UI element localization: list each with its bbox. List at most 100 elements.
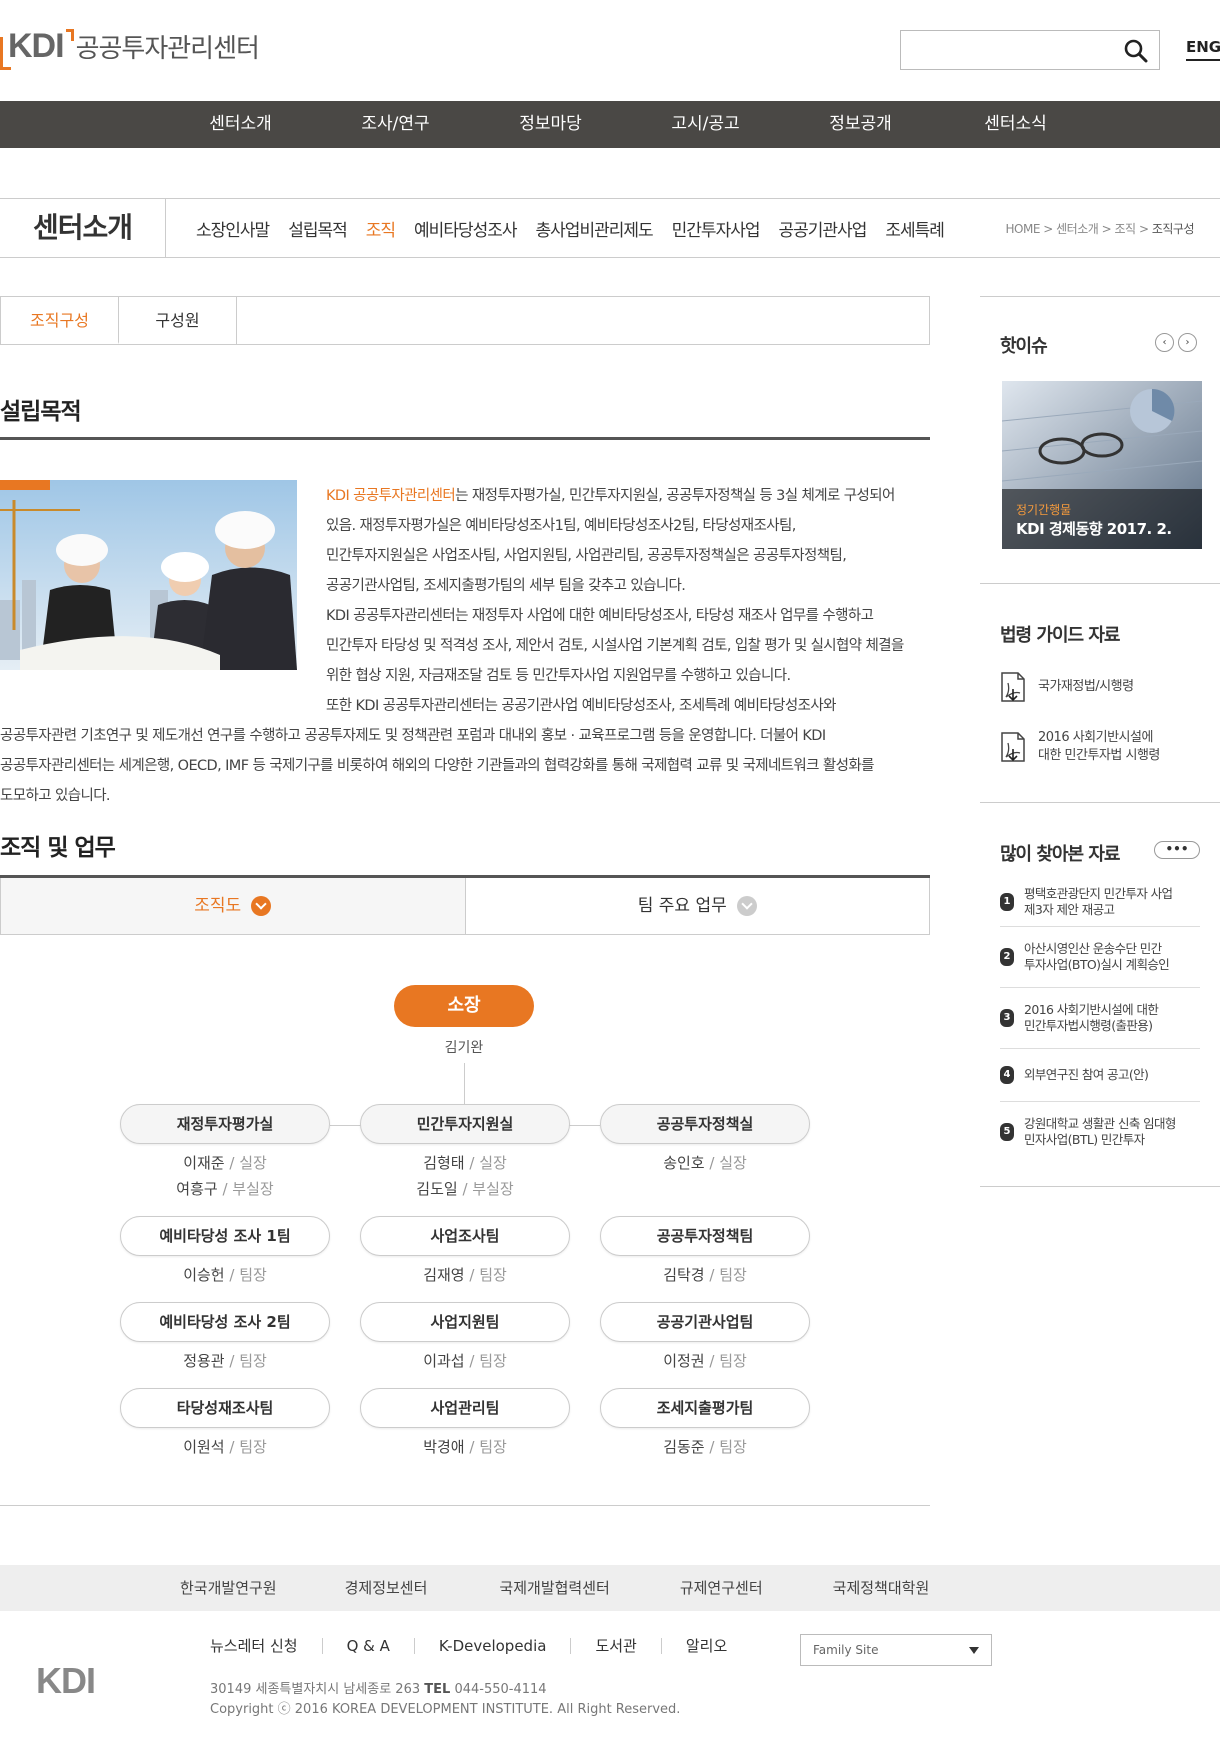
office-person: 이재준 / 실장 <box>183 1154 267 1172</box>
team-leader: 이승헌 / 팀장 <box>183 1266 267 1284</box>
footer-link[interactable]: 알리오 <box>662 1638 751 1654</box>
office-person: 김도일 / 부실장 <box>416 1180 514 1198</box>
rank-badge: 5 <box>1000 1123 1014 1141</box>
lnb-item[interactable]: 민간투자사업 <box>672 216 761 241</box>
org-tabs: 조직도 팀 주요 업무 <box>0 875 930 935</box>
list-item[interactable]: 2 아산시영인산 운송수단 민간 투자사업(BTO)실시 계획승인 <box>1000 927 1200 988</box>
breadcrumb: HOME > 센터소개 > 조직 > 조직구성 <box>1005 222 1195 236</box>
team-leader: 김재영 / 팀장 <box>423 1266 507 1284</box>
office-person: 송인호 / 실장 <box>663 1154 747 1172</box>
team-leader: 이정권 / 팀장 <box>663 1352 747 1370</box>
chevron-down-icon <box>251 896 272 916</box>
list-item[interactable]: 4 외부연구진 참여 공고(안) <box>1000 1049 1200 1102</box>
footer-site-link[interactable]: 국제개발협력센터 <box>499 1565 609 1611</box>
office-node: 공공투자정책실 <box>600 1104 810 1144</box>
gnb-item[interactable]: 정보공개 <box>783 101 938 148</box>
next-arrow-icon[interactable]: › <box>1178 333 1197 352</box>
footer-site-link[interactable]: 경제정보센터 <box>345 1565 428 1611</box>
intro-photo <box>0 480 297 670</box>
tab-members[interactable]: 구성원 <box>119 297 237 344</box>
footer-link[interactable]: K-Developedia <box>415 1638 572 1654</box>
pdf-download-icon <box>1001 732 1025 762</box>
divider <box>0 1505 930 1506</box>
office-node: 민간투자지원실 <box>360 1104 570 1144</box>
logo-mark: KDI <box>8 26 65 65</box>
team-leader: 김탁경 / 팀장 <box>663 1266 747 1284</box>
footer-site-link[interactable]: 한국개발연구원 <box>180 1565 277 1611</box>
lnb-item[interactable]: 공공기관사업 <box>779 216 868 241</box>
rank-badge: 4 <box>1000 1066 1014 1084</box>
office-person: 김형태 / 실장 <box>423 1154 507 1172</box>
divider <box>980 296 1220 297</box>
hot-issue-heading: 핫이슈 <box>1000 336 1048 357</box>
site-logo[interactable]: KDI 공공투자관리센터 <box>0 26 260 70</box>
prev-arrow-icon[interactable]: ‹ <box>1155 333 1174 352</box>
hot-issue-category: 정기간행물 <box>1016 503 1072 517</box>
rank-badge: 1 <box>1000 893 1014 911</box>
tab-org-chart[interactable]: 조직도 <box>0 878 466 934</box>
lnb-item[interactable]: 설립목적 <box>288 216 348 241</box>
law-doc-link[interactable]: 2016 사회기반시설에 대한 민간투자법 시행령 <box>1000 729 1160 765</box>
org-head-name: 김기완 <box>444 1040 484 1056</box>
team-leader: 김동준 / 팀장 <box>663 1438 747 1456</box>
breadcrumb-home[interactable]: HOME <box>1006 222 1041 236</box>
list-item[interactable]: 5 강원대학교 생활관 신축 임대형 민자사업(BTL) 민간투자 <box>1000 1102 1200 1162</box>
footer-sites-bar: 한국개발연구원 경제정보센터 국제개발협력센터 규제연구센터 국제정책대학원 <box>0 1565 1220 1611</box>
search-icon[interactable] <box>1123 38 1149 64</box>
section-heading: 조직 및 업무 <box>0 835 116 861</box>
popular-heading: 많이 찾아본 자료 <box>1000 844 1120 865</box>
gnb-item[interactable]: 센터소개 <box>163 101 318 148</box>
lnb-item[interactable]: 조세특례 <box>885 216 945 241</box>
breadcrumb-item[interactable]: 센터소개 <box>1056 222 1099 236</box>
team-leader: 정용관 / 팀장 <box>183 1352 267 1370</box>
lnb-item[interactable]: 예비타당성조사 <box>414 216 517 241</box>
gnb-item[interactable]: 조사/연구 <box>318 101 473 148</box>
footer-links: 뉴스레터 신청 Q & A K-Developedia 도서관 알리오 <box>210 1638 751 1654</box>
section-heading: 설립목적 <box>0 399 82 425</box>
team-node: 공공기관사업팀 <box>600 1302 810 1342</box>
list-item[interactable]: 1 평택호관광단지 민간투자 사업 제3자 제안 재공고 <box>1000 878 1200 927</box>
hot-issue-title[interactable]: KDI 경제동향 2017. 2. <box>1016 518 1172 539</box>
breadcrumb-item[interactable]: 조직 <box>1115 222 1137 236</box>
pdf-download-icon <box>1001 672 1025 702</box>
gnb-item[interactable]: 고시/공고 <box>628 101 783 148</box>
logo-text: 공공투자관리센터 <box>75 33 260 64</box>
more-button[interactable]: ••• <box>1154 841 1200 859</box>
intro-text: KDI 공공투자관리센터는 재정투자평가실, 민간투자지원실, 공공투자정책실 … <box>326 488 904 714</box>
footer-link[interactable]: 뉴스레터 신청 <box>210 1638 323 1654</box>
lnb-item[interactable]: 총사업비관리제도 <box>536 216 654 241</box>
team-node: 공공투자정책팀 <box>600 1216 810 1256</box>
chevron-down-icon <box>736 896 757 916</box>
search-box[interactable] <box>900 30 1160 70</box>
divider <box>0 437 930 440</box>
local-nav: 센터소개 소장인사말 설립목적 조직 예비타당성조사 총사업비관리제도 민간투자… <box>0 198 1220 258</box>
team-leader: 이원석 / 팀장 <box>183 1438 267 1456</box>
sub-tabs: 조직구성 구성원 <box>0 296 930 345</box>
team-node: 사업조사팀 <box>360 1216 570 1256</box>
team-node: 조세지출평가팀 <box>600 1388 810 1428</box>
lnb-item-active[interactable]: 조직 <box>366 216 396 241</box>
team-leader: 박경애 / 팀장 <box>423 1438 507 1456</box>
footer-link[interactable]: 도서관 <box>571 1638 662 1654</box>
law-doc-link[interactable]: 국가재정법/시행령 <box>1000 671 1134 703</box>
divider <box>980 802 1220 803</box>
gnb-item[interactable]: 정보마당 <box>473 101 628 148</box>
team-node: 사업지원팀 <box>360 1302 570 1342</box>
team-leader: 이과섭 / 팀장 <box>423 1352 507 1370</box>
lnb-item[interactable]: 소장인사말 <box>196 216 270 241</box>
tab-team-duties[interactable]: 팀 주요 업무 <box>466 878 930 934</box>
list-item[interactable]: 3 2016 사회기반시설에 대한 민간투자법시행령(출판용) <box>1000 988 1200 1049</box>
gnb-item[interactable]: 센터소식 <box>938 101 1093 148</box>
team-node: 사업관리팀 <box>360 1388 570 1428</box>
intro-text-continued: 공공투자관련 기초연구 및 제도개선 연구를 수행하고 공공투자제도 및 정책관… <box>0 728 874 804</box>
tab-org-structure[interactable]: 조직구성 <box>1 297 119 344</box>
footer-site-link[interactable]: 국제정책대학원 <box>833 1565 930 1611</box>
footer-site-link[interactable]: 규제연구센터 <box>680 1565 763 1611</box>
center-name-highlight: KDI 공공투자관리센터 <box>326 488 456 504</box>
family-site-select[interactable]: Family Site <box>800 1634 992 1666</box>
search-input[interactable] <box>901 31 1111 69</box>
footer-link[interactable]: Q & A <box>323 1638 415 1654</box>
english-link[interactable]: ENG <box>1186 38 1220 61</box>
divider <box>980 583 1220 584</box>
divider <box>980 1186 1220 1187</box>
